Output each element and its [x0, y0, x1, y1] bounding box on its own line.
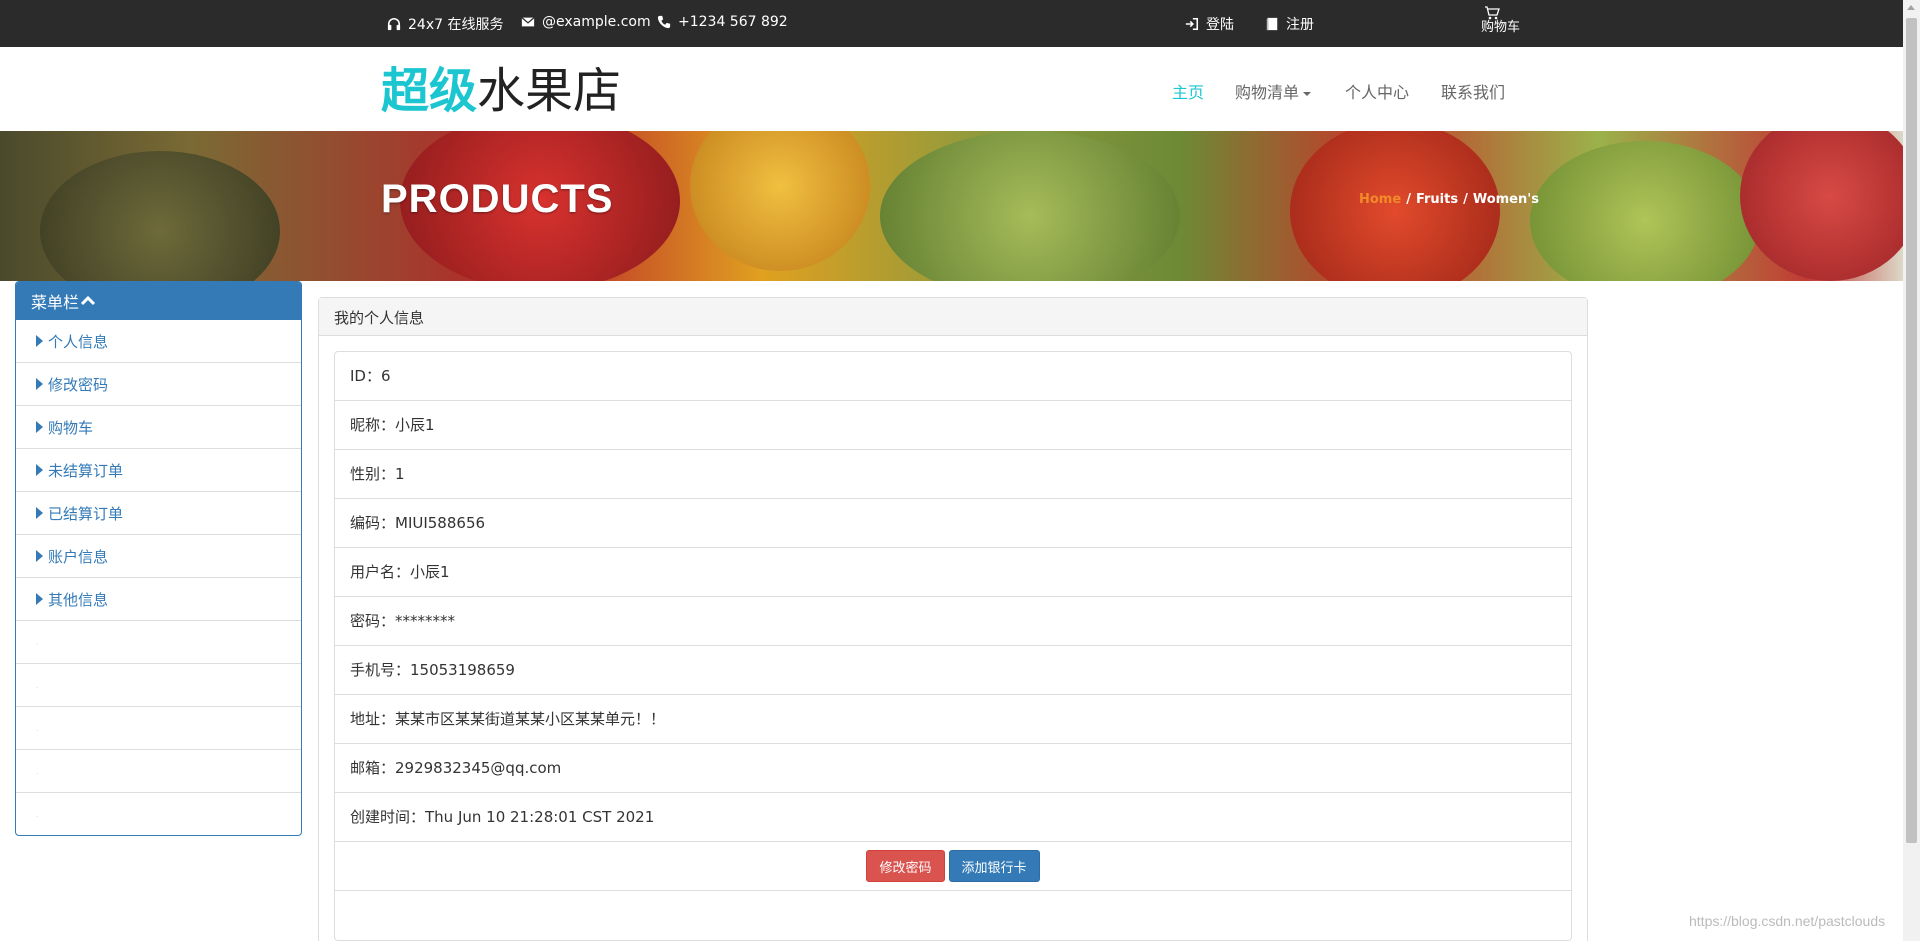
info-address: 地址：某某市区某某街道某某小区某某单元！！: [335, 695, 1571, 744]
personal-info-panel: 我的个人信息 ID：6 昵称：小辰1 性别：1 编码：MIUI588656 用户…: [318, 297, 1588, 941]
sidebar-item-label: 账户信息: [48, 547, 109, 566]
add-bank-card-button[interactable]: 添加银行卡: [948, 850, 1040, 882]
sidebar-item-label: 购物车: [48, 418, 94, 437]
change-password-button[interactable]: 修改密码: [866, 850, 945, 882]
sidebar-item-label: 修改密码: [48, 375, 109, 394]
sidebar-item-empty[interactable]: .: [16, 664, 301, 707]
service-info: 24x7 在线服务: [387, 14, 503, 34]
envelope-icon: [521, 17, 535, 27]
login-link[interactable]: 登陆: [1185, 14, 1234, 34]
cart-text[interactable]: 购物车: [1481, 20, 1520, 35]
empty-row: [335, 891, 1571, 940]
info-username: 用户名：小辰1: [335, 548, 1571, 597]
nav-home[interactable]: 主页: [1172, 79, 1204, 103]
info-phone: 手机号：15053198659: [335, 646, 1571, 695]
info-id: ID：6: [335, 352, 1571, 401]
sidebar-item-label: 未结算订单: [48, 461, 124, 480]
breadcrumb-home[interactable]: Home: [1359, 192, 1401, 207]
sidebar-item-empty[interactable]: .: [16, 793, 301, 835]
sidebar-item-settled-orders[interactable]: 已结算订单: [16, 492, 301, 535]
nav-personal-center[interactable]: 个人中心: [1345, 79, 1409, 103]
grapes-right-shape: [1530, 141, 1760, 281]
caret-right-icon: [36, 593, 43, 605]
sidebar-menu: 菜单栏 个人信息 修改密码 购物车 未结算订单 已结算订单 账户信息 其他信息 …: [15, 281, 302, 836]
caret-right-icon: [36, 421, 43, 433]
nav-contact[interactable]: 联系我们: [1441, 79, 1505, 103]
site-header: 超级水果店 主页 购物清单 个人中心 联系我们: [0, 47, 1903, 131]
scroll-thumb[interactable]: [1906, 18, 1917, 843]
register-link[interactable]: 注册: [1265, 14, 1314, 34]
caret-right-icon: [36, 335, 43, 347]
headphones-icon: [387, 18, 401, 31]
logo-highlight: 超级: [381, 63, 478, 119]
phone-icon: [657, 15, 671, 29]
cart-icon: [1485, 6, 1500, 20]
chevron-up-icon: [81, 296, 96, 306]
sidebar-item-unsettled-orders[interactable]: 未结算订单: [16, 449, 301, 492]
pineapple-shape: [40, 151, 280, 281]
panel-title: 我的个人信息: [319, 298, 1587, 336]
scroll-up-arrow-icon[interactable]: [1907, 5, 1915, 10]
info-password: 密码：********: [335, 597, 1571, 646]
grapes-shape: [880, 131, 1180, 281]
apple-right-shape: [1740, 131, 1903, 281]
caret-right-icon: [36, 378, 43, 390]
sidebar-item-empty[interactable]: .: [16, 621, 301, 664]
info-gender: 性别：1: [335, 450, 1571, 499]
service-text: 24x7 在线服务: [408, 17, 504, 33]
nav-shopping-list[interactable]: 购物清单: [1235, 79, 1312, 103]
mango-shape: [690, 131, 870, 271]
register-text[interactable]: 注册: [1286, 14, 1314, 34]
caret-right-icon: [36, 464, 43, 476]
caret-right-icon: [36, 507, 43, 519]
phone-info: +1234 567 892: [657, 14, 788, 30]
page-banner: PRODUCTS Home / Fruits / Women's: [0, 131, 1903, 281]
breadcrumb: Home / Fruits / Women's: [1359, 192, 1539, 207]
phone-text: +1234 567 892: [678, 14, 788, 30]
info-nickname: 昵称：小辰1: [335, 401, 1571, 450]
nav-shopping-list-label: 购物清单: [1235, 83, 1300, 102]
sidebar-item-label: 其他信息: [48, 590, 109, 609]
cart-link[interactable]: 购物车: [1481, 6, 1520, 35]
sidebar-item-change-password[interactable]: 修改密码: [16, 363, 301, 406]
caret-right-icon: [36, 550, 43, 562]
sidebar-header[interactable]: 菜单栏: [16, 282, 301, 320]
login-text[interactable]: 登陆: [1206, 14, 1234, 34]
page-scrollbar[interactable]: [1903, 0, 1920, 941]
info-created-time: 创建时间：Thu Jun 10 21:28:01 CST 2021: [335, 793, 1571, 842]
sidebar-item-cart[interactable]: 购物车: [16, 406, 301, 449]
book-icon: [1266, 17, 1278, 31]
sidebar-item-account-info[interactable]: 账户信息: [16, 535, 301, 578]
sidebar-item-other-info[interactable]: 其他信息: [16, 578, 301, 621]
sidebar-item-empty[interactable]: .: [16, 707, 301, 750]
email-info: @example.com: [521, 14, 651, 30]
caret-down-icon: [1303, 91, 1312, 96]
breadcrumb-fruits[interactable]: Fruits: [1416, 192, 1458, 207]
info-email: 邮箱：2929832345@qq.com: [335, 744, 1571, 793]
sidebar-item-label: 个人信息: [48, 332, 109, 351]
email-text[interactable]: @example.com: [542, 14, 651, 30]
sidebar-item-empty[interactable]: .: [16, 750, 301, 793]
info-code: 编码：MIUI588656: [335, 499, 1571, 548]
info-list: ID：6 昵称：小辰1 性别：1 编码：MIUI588656 用户名：小辰1 密…: [334, 351, 1572, 941]
sidebar-title: 菜单栏: [31, 293, 80, 312]
sidebar-item-label: 已结算订单: [48, 504, 124, 523]
login-icon: [1185, 17, 1199, 31]
action-row: 修改密码 添加银行卡: [335, 842, 1571, 891]
logo-rest: 水果店: [477, 63, 622, 119]
breadcrumb-separator: /: [1463, 192, 1468, 207]
watermark: https://blog.csdn.net/pastclouds: [1689, 913, 1886, 929]
top-bar: 24x7 在线服务 @example.com +1234 567 892 登陆 …: [0, 0, 1903, 47]
breadcrumb-womens: Women's: [1472, 192, 1539, 207]
site-logo[interactable]: 超级水果店: [381, 61, 621, 121]
breadcrumb-separator: /: [1406, 192, 1411, 207]
banner-title: PRODUCTS: [381, 177, 614, 221]
sidebar-item-personal-info[interactable]: 个人信息: [16, 320, 301, 363]
